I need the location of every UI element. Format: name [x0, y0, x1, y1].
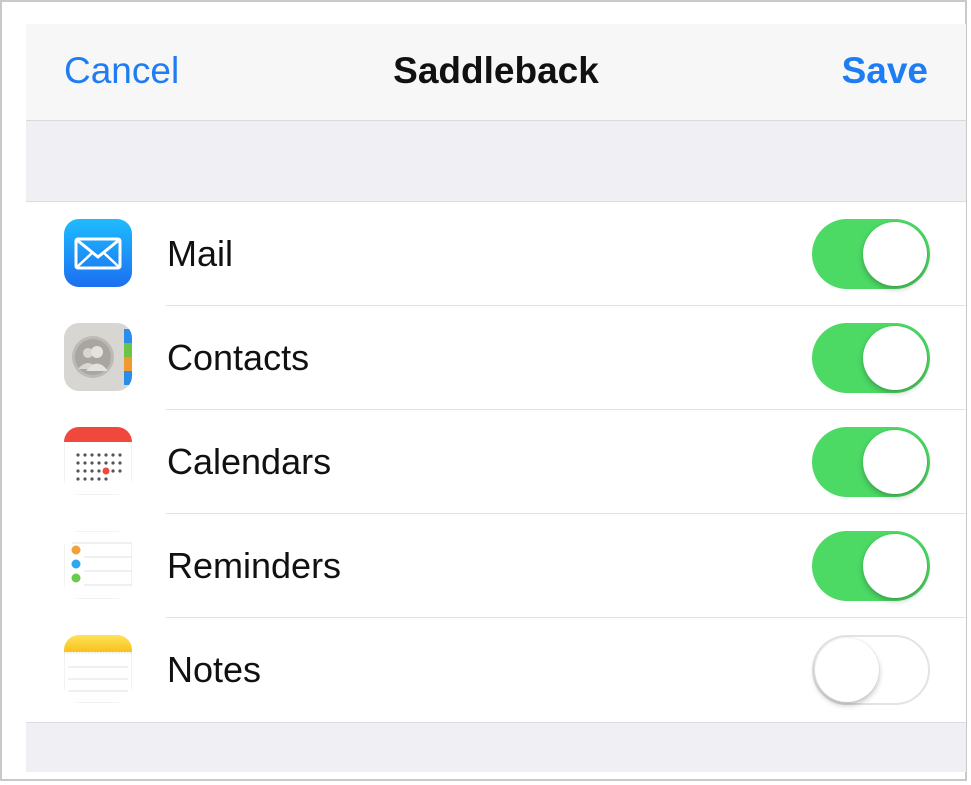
- services-list: Mail Contacts Calendars Reminders Notes: [26, 201, 966, 723]
- reminders-toggle[interactable]: [812, 531, 930, 601]
- mail-icon: [64, 219, 132, 287]
- reminders-label: Reminders: [167, 545, 342, 586]
- list-item-reminders: Reminders: [26, 514, 966, 618]
- contacts-icon: [64, 323, 132, 391]
- mail-label: Mail: [167, 233, 234, 274]
- toggle-knob: [863, 222, 927, 286]
- list-item-calendars: Calendars: [26, 410, 966, 514]
- contacts-label: Contacts: [167, 337, 310, 378]
- account-settings-screen: Cancel Saddleback Save Mail Contacts Cal…: [26, 24, 966, 772]
- toggle-knob: [815, 638, 879, 702]
- notes-toggle[interactable]: [812, 635, 930, 705]
- list-item-contacts: Contacts: [26, 306, 966, 410]
- notes-label: Notes: [167, 649, 262, 690]
- list-item-mail: Mail: [26, 202, 966, 306]
- toggle-knob: [863, 534, 927, 598]
- contacts-toggle[interactable]: [812, 323, 930, 393]
- notes-icon: [64, 635, 132, 703]
- calendars-toggle[interactable]: [812, 427, 930, 497]
- calendar-icon: [64, 427, 132, 495]
- navigation-bar: Cancel Saddleback Save: [26, 24, 966, 121]
- calendars-label: Calendars: [167, 441, 332, 482]
- save-button[interactable]: Save: [842, 49, 928, 93]
- page-title: Saddleback: [393, 50, 599, 91]
- mail-toggle[interactable]: [812, 219, 930, 289]
- screenshot-frame: Cancel Saddleback Save Mail Contacts Cal…: [0, 0, 967, 781]
- toggle-knob: [863, 326, 927, 390]
- toggle-knob: [863, 430, 927, 494]
- list-item-notes: Notes: [26, 618, 966, 722]
- reminders-icon: [64, 531, 132, 599]
